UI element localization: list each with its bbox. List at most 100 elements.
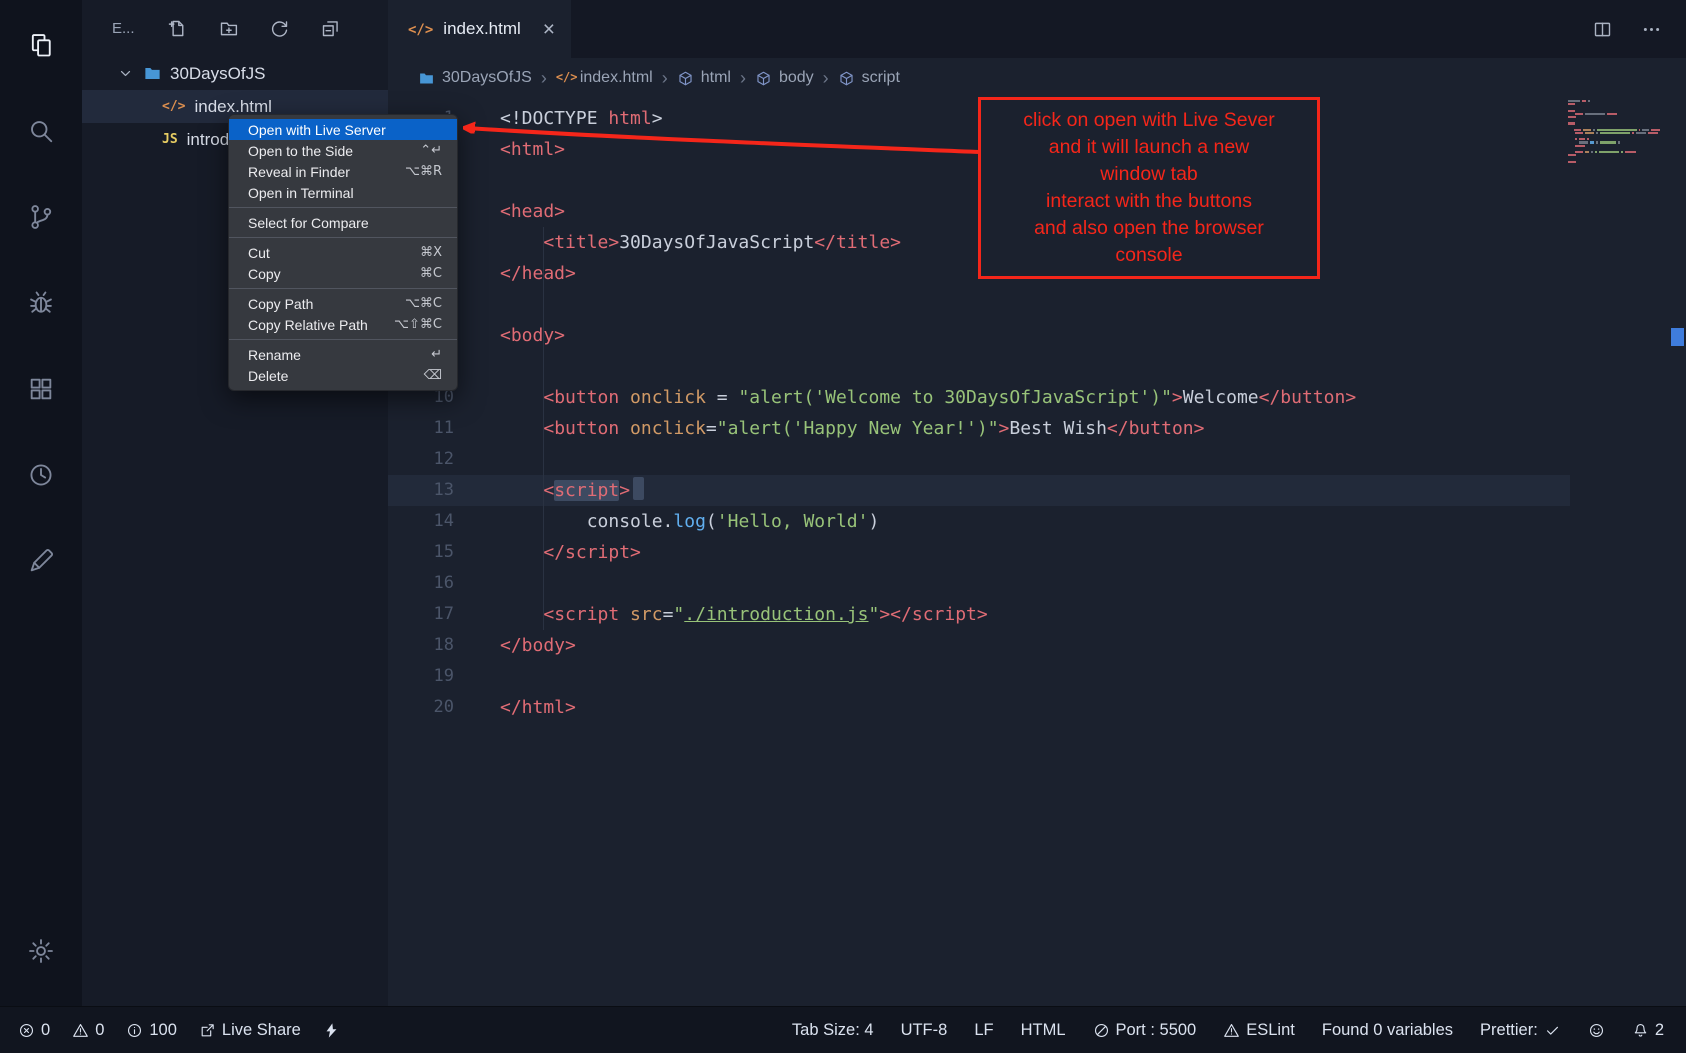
cube-icon	[755, 70, 772, 87]
menu-item-open-in-terminal[interactable]: Open in Terminal	[229, 182, 457, 203]
line-number: 13	[388, 475, 454, 506]
annotation-line: click on open with Live Sever	[985, 107, 1313, 134]
new-file-button[interactable]	[167, 18, 188, 39]
menu-item-shortcut: ⌥⌘C	[405, 296, 442, 311]
tab-close-icon[interactable]: ×	[543, 19, 555, 40]
refresh-button[interactable]	[269, 18, 290, 39]
refresh-icon	[269, 18, 290, 39]
activity-bar-item-files[interactable]	[0, 2, 82, 88]
code-icon: </>	[408, 22, 433, 38]
menu-separator	[229, 288, 457, 289]
status-smiley[interactable]	[1588, 1022, 1605, 1039]
new-folder-button[interactable]	[218, 18, 239, 39]
status-item-label: Found 0 variables	[1322, 1021, 1453, 1040]
breadcrumb-separator: ›	[823, 68, 829, 89]
breadcrumb-separator: ›	[541, 68, 547, 89]
status-0[interactable]: 0	[18, 1021, 50, 1040]
code-line: 7	[388, 289, 1686, 320]
breadcrumb-body[interactable]: body	[755, 69, 814, 87]
menu-item-open-with-live-server[interactable]: Open with Live Server	[229, 119, 457, 140]
activity-bar-item-debug[interactable]	[0, 260, 82, 346]
activity-bar-item-extensions[interactable]	[0, 346, 82, 432]
scrollbar-marker[interactable]	[1671, 328, 1684, 346]
menu-item-copy-relative-path[interactable]: Copy Relative Path⌥⇧⌘C	[229, 314, 457, 335]
breadcrumb-separator: ›	[740, 68, 746, 89]
gear-icon	[27, 937, 55, 965]
menu-item-copy[interactable]: Copy⌘C	[229, 263, 457, 284]
activity-bar-item-search[interactable]	[0, 88, 82, 174]
js-icon: JS	[162, 132, 178, 147]
error-icon	[18, 1022, 35, 1039]
indent-guide	[543, 227, 544, 630]
info-icon	[126, 1022, 143, 1039]
clock-icon	[27, 461, 55, 489]
menu-item-delete[interactable]: Delete⌫	[229, 365, 457, 386]
activity-bar-item-clock[interactable]	[0, 432, 82, 518]
menu-item-select-for-compare[interactable]: Select for Compare	[229, 212, 457, 233]
menu-item-label: Delete	[248, 368, 288, 384]
status-html[interactable]: HTML	[1021, 1021, 1066, 1040]
code-line: 10 <button onclick = "alert('Welcome to …	[388, 382, 1686, 413]
minimap[interactable]	[1568, 100, 1660, 163]
code-line: 12	[388, 444, 1686, 475]
activity-bar-item-source-control[interactable]	[0, 174, 82, 260]
tab-index-html[interactable]: </> index.html ×	[388, 0, 571, 58]
status-item-label: Prettier:	[1480, 1021, 1538, 1040]
status-100[interactable]: 100	[126, 1021, 177, 1040]
menu-separator	[229, 237, 457, 238]
status-2[interactable]: 2	[1632, 1021, 1664, 1040]
split-editor-button[interactable]	[1592, 19, 1613, 40]
status-live-share[interactable]: Live Share	[199, 1021, 301, 1040]
status-item-label: 0	[95, 1021, 104, 1040]
code-icon: </>	[556, 70, 573, 87]
menu-item-cut[interactable]: Cut ⌘X	[229, 242, 457, 263]
collapse-all-button[interactable]	[320, 18, 341, 39]
menu-item-open-to-the-side[interactable]: Open to the Side ⌃↵	[229, 140, 457, 161]
menu-item-shortcut: ⌘X	[420, 245, 442, 260]
live-share-icon	[199, 1022, 216, 1039]
menu-item-label: Open to the Side	[248, 143, 353, 159]
status-tab-size-4[interactable]: Tab Size: 4	[792, 1021, 874, 1040]
status-lf[interactable]: LF	[974, 1021, 993, 1040]
menu-item-shortcut: ⌘C	[420, 266, 442, 281]
status-0[interactable]: 0	[72, 1021, 104, 1040]
code-line: 8<body>	[388, 320, 1686, 351]
line-number: 11	[388, 413, 454, 444]
menu-item-shortcut: ⌃↵	[420, 143, 442, 158]
status-port-5500[interactable]: Port : 5500	[1093, 1021, 1197, 1040]
status-prettier[interactable]: Prettier:	[1480, 1021, 1561, 1040]
ellipsis-icon	[1641, 19, 1662, 40]
menu-item-copy-path[interactable]: Copy Path⌥⌘C	[229, 293, 457, 314]
collapse-all-icon	[320, 18, 341, 39]
activity-bar-item-pen[interactable]	[0, 518, 82, 604]
breadcrumb-script[interactable]: script	[838, 69, 900, 87]
annotation-line: interact with the buttons	[985, 188, 1313, 215]
menu-item-reveal-in-finder[interactable]: Reveal in Finder⌥⌘R	[229, 161, 457, 182]
breadcrumb-index-html[interactable]: </>index.html	[556, 69, 653, 87]
menu-item-label: Cut	[248, 245, 270, 261]
status-lightning[interactable]	[323, 1022, 340, 1039]
annotation-box: click on open with Live Severand it will…	[978, 97, 1320, 279]
status-found-0-variables[interactable]: Found 0 variables	[1322, 1021, 1453, 1040]
new-folder-icon	[218, 18, 239, 39]
breadcrumb-30daysofjs[interactable]: 30DaysOfJS	[418, 69, 532, 87]
status-utf-8[interactable]: UTF-8	[901, 1021, 948, 1040]
chevron-down-icon	[116, 64, 135, 83]
menu-item-rename[interactable]: Rename↵	[229, 344, 457, 365]
menu-item-label: Reveal in Finder	[248, 164, 350, 180]
menu-item-label: Open with Live Server	[248, 122, 386, 138]
menu-item-shortcut: ⌥⇧⌘C	[394, 317, 442, 332]
folder-row-30daysofjs[interactable]: 30DaysOfJS	[82, 57, 388, 90]
activity-bar-item-gear[interactable]	[0, 921, 82, 981]
context-menu: Open with Live Server Open to the Side ⌃↵ R…	[228, 114, 458, 391]
breadcrumb-html[interactable]: html	[677, 69, 731, 87]
more-actions-button[interactable]	[1641, 19, 1662, 40]
code-line: 19	[388, 661, 1686, 692]
code-line: 14 console.log('Hello, World')	[388, 506, 1686, 537]
annotation-line: window tab	[985, 161, 1313, 188]
line-number: 15	[388, 537, 454, 568]
bell-icon	[1632, 1022, 1649, 1039]
breadcrumb-separator: ›	[662, 68, 668, 89]
breadcrumb-label: 30DaysOfJS	[442, 69, 532, 87]
status-eslint[interactable]: ESLint	[1223, 1021, 1295, 1040]
